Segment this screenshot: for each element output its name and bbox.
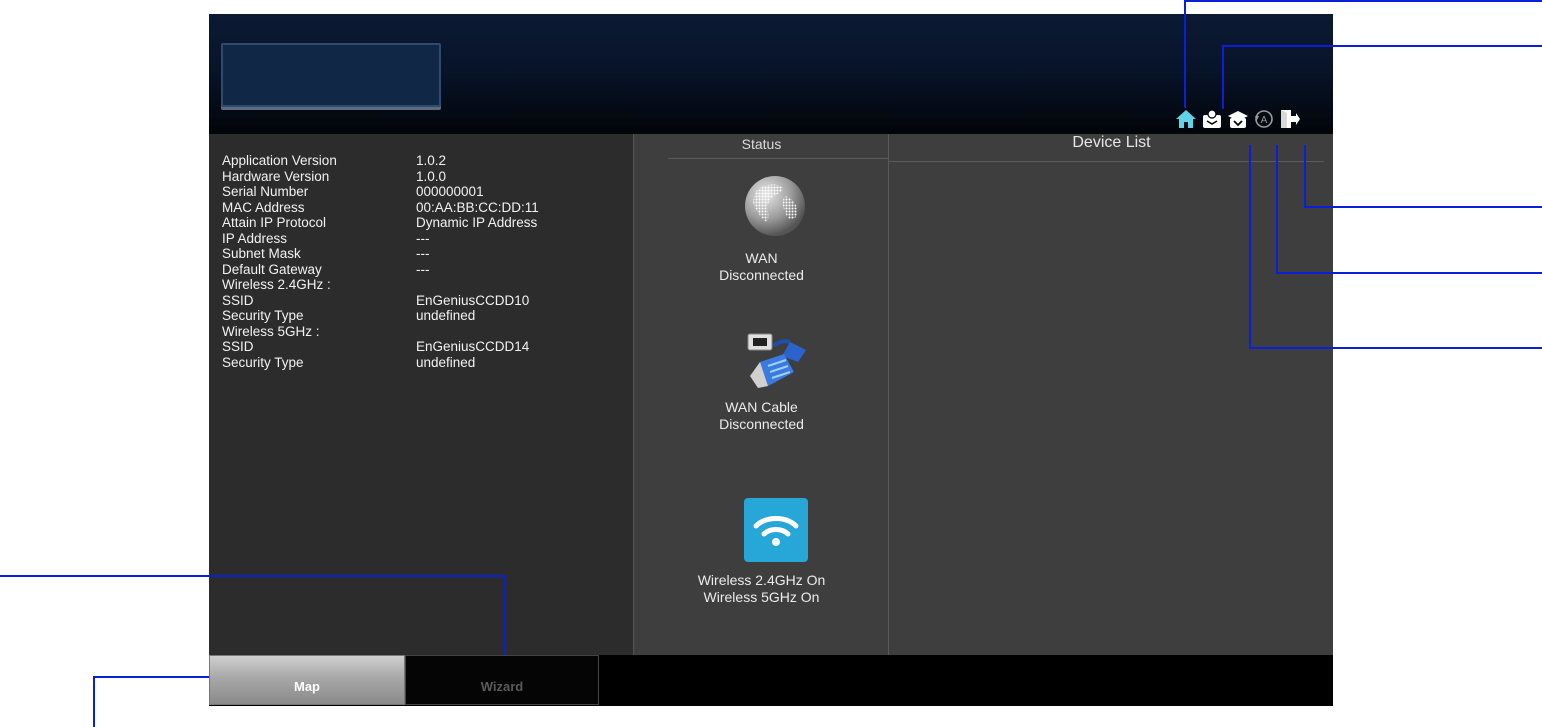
globe-icon — [743, 174, 807, 243]
info-row: SSID EnGeniusCCDD14 — [222, 339, 539, 355]
svg-text:A: A — [1261, 115, 1268, 126]
info-value: 00:AA:BB:CC:DD:11 — [416, 199, 539, 215]
callout-account-line — [1222, 45, 1224, 109]
wireless-24-state: Wireless 2.4GHz On — [697, 572, 826, 588]
auto-refresh-icon[interactable]: A — [1253, 107, 1275, 131]
footer-tab-bar: Map Wizard — [209, 655, 1333, 706]
ethernet-cable-icon — [744, 332, 810, 397]
callout-logout-line — [1304, 145, 1306, 207]
info-row: MAC Address 00:AA:BB:CC:DD:11 — [222, 200, 539, 216]
info-label: SSID — [222, 339, 254, 354]
callout-logout-line — [1304, 206, 1542, 208]
info-row: Hardware Version 1.0.0 — [222, 169, 539, 185]
info-value: --- — [416, 261, 430, 277]
logout-icon[interactable] — [1279, 107, 1301, 131]
callout-firmware-line — [1249, 347, 1542, 349]
divider — [668, 158, 889, 159]
callout-home-line — [1184, 0, 1542, 2]
info-label: MAC Address — [222, 199, 305, 215]
router-admin-window: A Application Version 1.0.2 Hardware Versi… — [209, 14, 1333, 706]
wan-cable-status: WAN Cable Disconnected — [634, 399, 889, 433]
info-value: --- — [416, 246, 430, 261]
info-label: Security Type — [222, 354, 304, 370]
home-icon[interactable] — [1175, 107, 1197, 131]
wan-cable-label: WAN Cable — [725, 399, 798, 415]
info-row: IP Address --- — [222, 231, 539, 247]
callout-home-line — [1184, 0, 1186, 108]
info-value: undefined — [416, 308, 476, 323]
info-label: SSID — [222, 292, 254, 308]
callout-wizard-line — [0, 575, 506, 577]
account-icon[interactable] — [1201, 107, 1223, 131]
info-label: Security Type — [222, 308, 304, 323]
info-value: EnGeniusCCDD10 — [416, 292, 530, 308]
status-title: Status — [741, 136, 782, 152]
callout-refresh-line — [1276, 145, 1278, 273]
callout-map-line — [93, 676, 209, 678]
device-list-title: Device List — [1072, 134, 1151, 151]
callout-map-line — [93, 676, 95, 727]
info-label: Wireless 5GHz : — [222, 323, 320, 339]
info-row: SSID EnGeniusCCDD10 — [222, 293, 539, 309]
info-value: 000000001 — [416, 184, 484, 199]
info-row: Wireless 2.4GHz : — [222, 277, 539, 293]
header-bar: A — [209, 14, 1333, 134]
wireless-5-state: Wireless 5GHz On — [703, 589, 820, 605]
info-label: Subnet Mask — [222, 246, 301, 261]
callout-firmware-line — [1249, 145, 1251, 348]
wireless-status: Wireless 2.4GHz On Wireless 5GHz On — [634, 572, 889, 606]
info-row: Attain IP Protocol Dynamic IP Address — [222, 215, 539, 231]
tab-map[interactable]: Map — [209, 655, 405, 705]
info-row: Wireless 5GHz : — [222, 324, 539, 340]
wan-cable-state: Disconnected — [719, 416, 804, 432]
status-panel: Status WAN Disconnected WAN Cable Discon… — [633, 134, 889, 655]
logo-placeholder — [221, 43, 441, 107]
info-label: Application Version — [222, 153, 337, 168]
device-list-panel: Device List — [888, 134, 1333, 655]
info-value: EnGeniusCCDD14 — [416, 339, 530, 354]
info-value: --- — [416, 230, 430, 246]
info-row: Security Type undefined — [222, 355, 539, 371]
info-row: Subnet Mask --- — [222, 246, 539, 262]
callout-account-line — [1222, 45, 1542, 47]
wan-status: WAN Disconnected — [634, 250, 889, 284]
wan-state: Disconnected — [719, 267, 804, 283]
wan-label: WAN — [745, 250, 778, 266]
info-label: IP Address — [222, 230, 288, 246]
info-label: Serial Number — [222, 184, 309, 199]
info-label: Default Gateway — [222, 261, 322, 277]
info-row: Security Type undefined — [222, 308, 539, 324]
divider — [889, 161, 1324, 162]
info-value: Dynamic IP Address — [416, 215, 538, 230]
info-value: 1.0.0 — [416, 168, 447, 184]
info-label: Attain IP Protocol — [222, 215, 327, 230]
info-row: Serial Number 000000001 — [222, 184, 539, 200]
callout-refresh-line — [1276, 272, 1542, 274]
callout-wizard-line — [504, 575, 506, 655]
tab-wizard[interactable]: Wizard — [405, 655, 599, 705]
firmware-icon[interactable] — [1227, 107, 1249, 131]
info-row: Default Gateway --- — [222, 262, 539, 278]
info-label: Wireless 2.4GHz : — [222, 277, 331, 292]
info-label: Hardware Version — [222, 168, 330, 184]
wifi-icon — [744, 498, 808, 567]
info-row: Application Version 1.0.2 — [222, 153, 539, 169]
info-value: undefined — [416, 354, 476, 370]
header-toolbar: A — [1175, 107, 1301, 131]
system-info-table: Application Version 1.0.2 Hardware Version… — [222, 153, 539, 370]
info-value: 1.0.2 — [416, 153, 447, 168]
